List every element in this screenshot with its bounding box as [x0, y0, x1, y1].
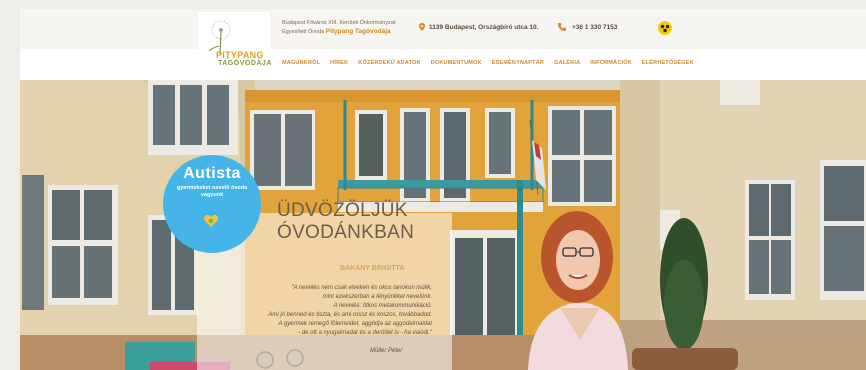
nav-item-magunkrol[interactable]: MAGUNKRÓL — [282, 60, 320, 66]
quote-line: "A nevelés nem csak elveken és okos tano… — [291, 285, 432, 291]
organization-unit-prefix: Egyesített Óvoda — [282, 29, 325, 35]
main-navigation: MAGUNKRÓL HÍREK KÖZÉRDEKŰ ADATOK DOKUMEN… — [282, 60, 694, 66]
nav-item-kozerdeku-adatok[interactable]: KÖZÉRDEKŰ ADATOK — [358, 60, 420, 66]
nav-item-hirek[interactable]: HÍREK — [330, 60, 348, 66]
address-text: 1139 Budapest, Országbíró utca 10. — [429, 24, 539, 31]
badge-title: Autista — [183, 165, 241, 182]
accessibility-icon[interactable] — [658, 21, 672, 35]
quote-line: Ami jó benned és tiszta, és ami rossz és… — [268, 312, 432, 318]
welcome-line-2: ÓVODÁNKBAN — [277, 222, 415, 243]
welcome-line-1: ÜDVÖZÖLJÜK — [277, 200, 408, 221]
nav-item-esemenynaptar[interactable]: ESEMÉNYNAPTÁR — [492, 60, 544, 66]
puzzle-heart-icon — [203, 215, 219, 227]
logo[interactable]: PITYPANG TAGÓVODÁJA — [198, 12, 272, 80]
quote-line: A nevelés: titkos metakommunikáció. — [333, 303, 432, 309]
logo-title: PITYPANG — [216, 50, 264, 60]
phone-icon — [558, 23, 566, 31]
quote-line: A gyermek remegő fölemeidet, aggódja az … — [278, 321, 432, 327]
quote-line: mint ezekszerban a lényünkkel nevelünk. — [322, 294, 432, 300]
phone-text[interactable]: +36 1 330 7153 — [572, 24, 617, 31]
quote-text: "A nevelés nem csak elveken és okos tano… — [240, 284, 432, 338]
nav-item-galeria[interactable]: GALÉRIA — [554, 60, 580, 66]
page-frame: PITYPANG TAGÓVODÁJA Budapest Főváros XII… — [20, 9, 866, 370]
organization-name: Budapest Főváros XIII. Kerületi Önkormán… — [282, 20, 396, 26]
quote-line: - de ott a nyugalmadat és a derűdet is -… — [298, 330, 432, 336]
dandelion-icon — [208, 20, 231, 54]
quote-author: Müller Péter — [370, 348, 403, 354]
organization-unit-name: Pitypang Tagóvodája — [325, 28, 391, 35]
welcome-heading: ÜDVÖZÖLJÜK ÓVODÁNKBAN — [277, 200, 414, 244]
autism-badge[interactable]: Autista gyermekeket nevelő óvoda vagyunk — [163, 155, 261, 253]
location-pin-icon — [419, 23, 425, 31]
organization-unit: Egyesített Óvoda Pitypang Tagóvodája — [282, 28, 391, 35]
nav-item-dokumentumok[interactable]: DOKUMENTUMOK — [431, 60, 482, 66]
badge-subtitle: gyermekeket nevelő óvoda vagyunk — [176, 185, 248, 198]
speaker-name: BAKÁNY BRIGITTA — [340, 265, 405, 272]
nav-item-elerhetosegek[interactable]: ELÉRHETŐSÉGEK — [642, 60, 694, 66]
logo-subtitle: TAGÓVODÁJA — [218, 60, 272, 67]
nav-item-informaciok[interactable]: INFORMÁCIÓK — [590, 60, 632, 66]
